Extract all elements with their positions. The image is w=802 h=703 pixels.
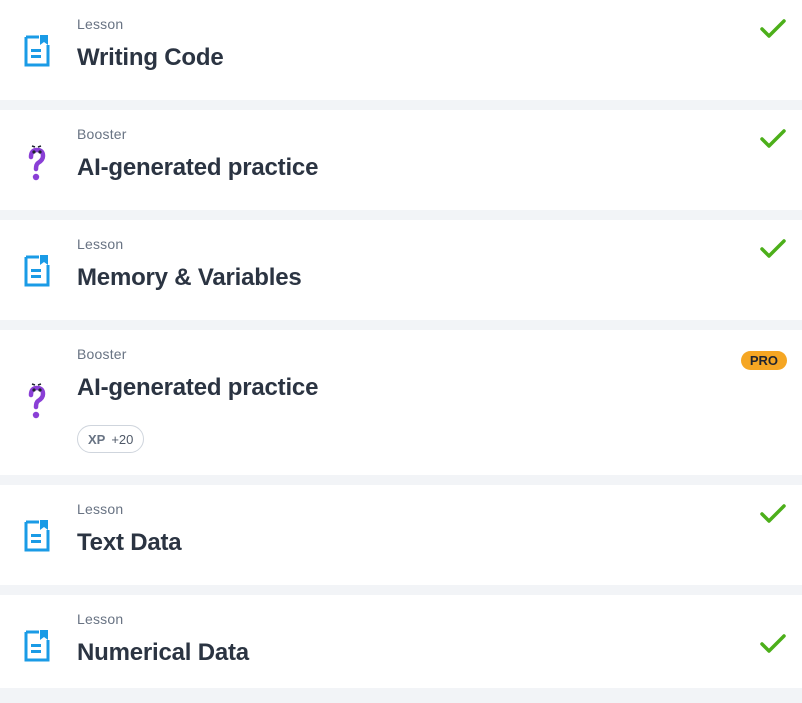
xp-value: +20 — [111, 431, 134, 447]
lesson-doc-icon — [20, 30, 54, 70]
xp-reward-pill: XP +20 — [77, 425, 145, 453]
item-title: Writing Code — [77, 44, 224, 71]
item-title: AI-generated practice — [77, 154, 319, 181]
list-item-numerical-data[interactable]: Lesson Numerical Data — [0, 595, 802, 688]
item-title: Memory & Variables — [77, 264, 302, 291]
lesson-doc-icon — [20, 625, 54, 665]
list-item-text-data[interactable]: Lesson Text Data — [0, 485, 802, 585]
course-item-list: Lesson Writing Code Booster AI-generated… — [0, 0, 802, 688]
list-item-ai-practice-pro[interactable]: Booster AI-generated practice PRO XP +20 — [0, 330, 802, 475]
item-kind: Booster — [77, 346, 127, 362]
check-icon — [760, 503, 786, 530]
check-icon — [760, 128, 786, 155]
item-title: Numerical Data — [77, 639, 249, 666]
check-icon — [760, 633, 786, 660]
list-item-memory-variables[interactable]: Lesson Memory & Variables — [0, 220, 802, 320]
check-icon — [760, 18, 786, 45]
lesson-doc-icon — [20, 515, 54, 555]
item-title: Text Data — [77, 529, 182, 556]
question-mark-icon — [20, 382, 54, 422]
item-kind: Lesson — [77, 611, 124, 627]
xp-label: XP — [88, 431, 106, 447]
pro-badge: PRO — [740, 351, 787, 370]
item-kind: Booster — [77, 126, 127, 142]
item-kind: Lesson — [77, 16, 124, 32]
item-kind: Lesson — [77, 501, 124, 517]
list-item-ai-practice[interactable]: Booster AI-generated practice — [0, 110, 802, 210]
item-title: AI-generated practice — [77, 374, 319, 401]
lesson-doc-icon — [20, 250, 54, 290]
list-item-writing-code[interactable]: Lesson Writing Code — [0, 0, 802, 100]
question-mark-icon — [20, 144, 54, 184]
item-kind: Lesson — [77, 236, 124, 252]
check-icon — [760, 238, 786, 265]
